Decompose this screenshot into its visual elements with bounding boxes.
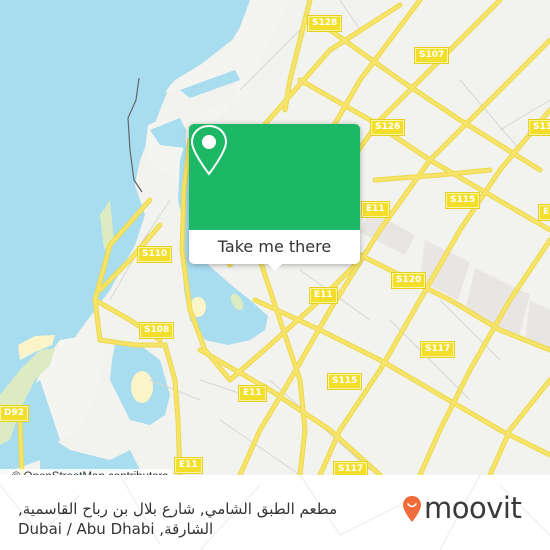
popup-header — [189, 124, 360, 230]
road-label-d92: D92 — [0, 405, 29, 422]
road-label-e11-c: E11 — [238, 385, 267, 402]
road-label-s128: S128 — [306, 15, 343, 32]
road-label-s13: S13 — [527, 119, 550, 136]
road-label-e11-right: E — [537, 204, 550, 221]
location-address: مطعم الطبق الشامي, شارع بلال بن رباح الق… — [18, 499, 348, 539]
map-pin-icon — [190, 124, 228, 176]
al-khan-island — [131, 371, 153, 403]
road-label-s117-b: S117 — [332, 461, 369, 475]
road-label-s108: S108 — [138, 322, 175, 339]
moovit-pin-icon — [403, 496, 421, 522]
footer: مطعم الطبق الشامي, شارع بلال بن رباح الق… — [0, 475, 550, 550]
map-canvas[interactable]: S128 S107 S126 S13 S115 E E11 S110 S120 … — [0, 0, 550, 475]
road-label-e11-a: E11 — [361, 201, 390, 218]
take-me-there-button[interactable]: Take me there — [189, 230, 360, 264]
popup-pointer — [267, 263, 283, 271]
moovit-wordmark: moovit — [424, 491, 522, 525]
road-label-s117-a: S117 — [419, 341, 456, 358]
road-label-s110: S110 — [136, 246, 173, 263]
road-label-e11-b: E11 — [309, 287, 338, 304]
location-popup: Take me there — [189, 124, 360, 271]
road-label-s126: S126 — [369, 119, 406, 136]
address-line-2: الشارقة, Dubai / Abu Dhabi — [18, 520, 214, 538]
road-label-s115-top: S115 — [444, 192, 481, 209]
address-line-1: مطعم الطبق الشامي, شارع بلال بن رباح الق… — [18, 500, 338, 518]
road-label-s120: S120 — [390, 272, 427, 289]
road-label-s107: S107 — [413, 47, 450, 64]
road-label-s115-mid: S115 — [326, 373, 363, 390]
road-label-e11-d: E11 — [174, 457, 203, 474]
